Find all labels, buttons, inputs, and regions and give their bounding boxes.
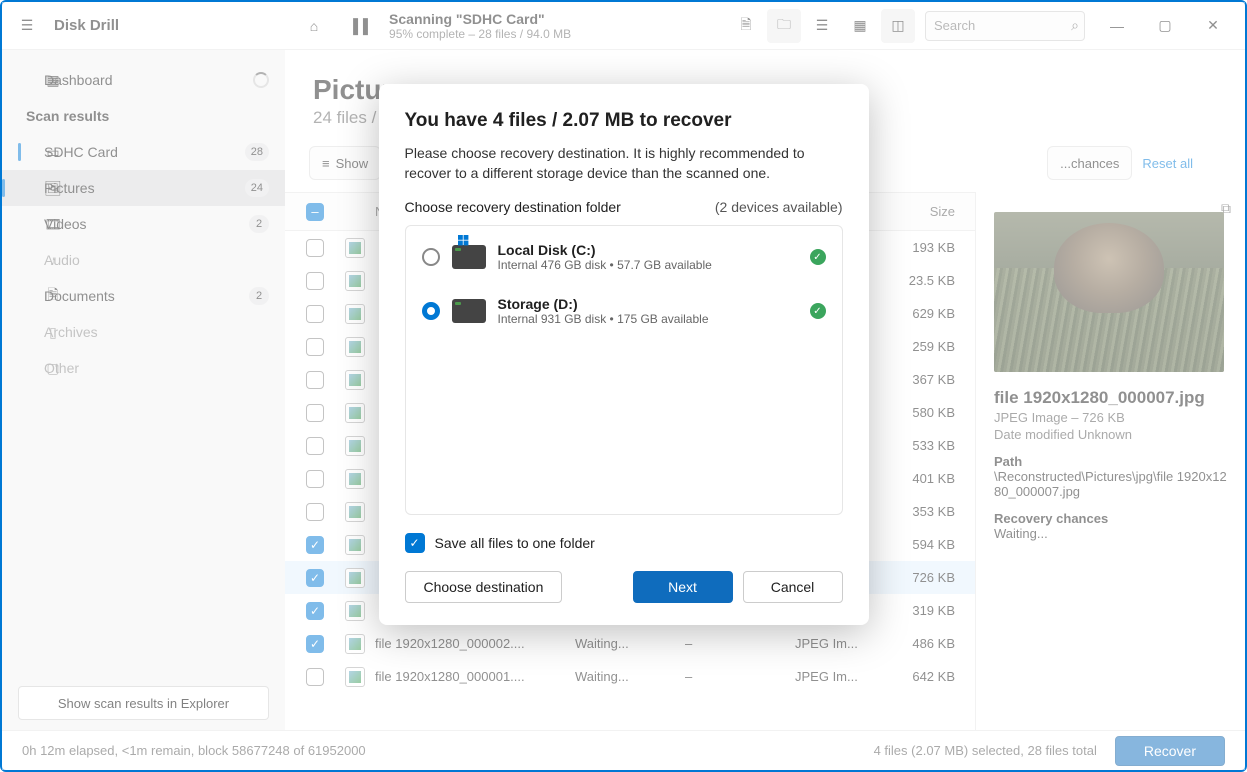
destination-storage-d[interactable]: Storage (D:) Internal 931 GB disk • 175 … — [412, 284, 836, 338]
status-ok-icon: ✓ — [810, 249, 826, 265]
devices-count: (2 devices available) — [715, 199, 843, 215]
drive-icon — [452, 245, 486, 269]
radio-button[interactable] — [422, 302, 440, 320]
destination-detail: Internal 476 GB disk • 57.7 GB available — [498, 258, 798, 272]
recovery-destination-dialog: You have 4 files / 2.07 MB to recover Pl… — [379, 84, 869, 625]
destination-detail: Internal 931 GB disk • 175 GB available — [498, 312, 798, 326]
save-one-folder-label: Save all files to one folder — [435, 535, 595, 551]
cancel-button[interactable]: Cancel — [743, 571, 843, 603]
choose-destination-button[interactable]: Choose destination — [405, 571, 563, 603]
status-ok-icon: ✓ — [810, 303, 826, 319]
save-one-folder-checkbox[interactable]: ✓ — [405, 533, 425, 553]
destination-name: Storage (D:) — [498, 296, 798, 312]
destination-local-disk-c[interactable]: Local Disk (C:) Internal 476 GB disk • 5… — [412, 230, 836, 284]
drive-icon — [452, 299, 486, 323]
dialog-body: Please choose recovery destination. It i… — [405, 144, 843, 183]
destination-name: Local Disk (C:) — [498, 242, 798, 258]
radio-button[interactable] — [422, 248, 440, 266]
dialog-title: You have 4 files / 2.07 MB to recover — [405, 110, 843, 132]
choose-folder-label: Choose recovery destination folder — [405, 199, 621, 215]
destination-list: Local Disk (C:) Internal 476 GB disk • 5… — [405, 225, 843, 515]
next-button[interactable]: Next — [633, 571, 733, 603]
